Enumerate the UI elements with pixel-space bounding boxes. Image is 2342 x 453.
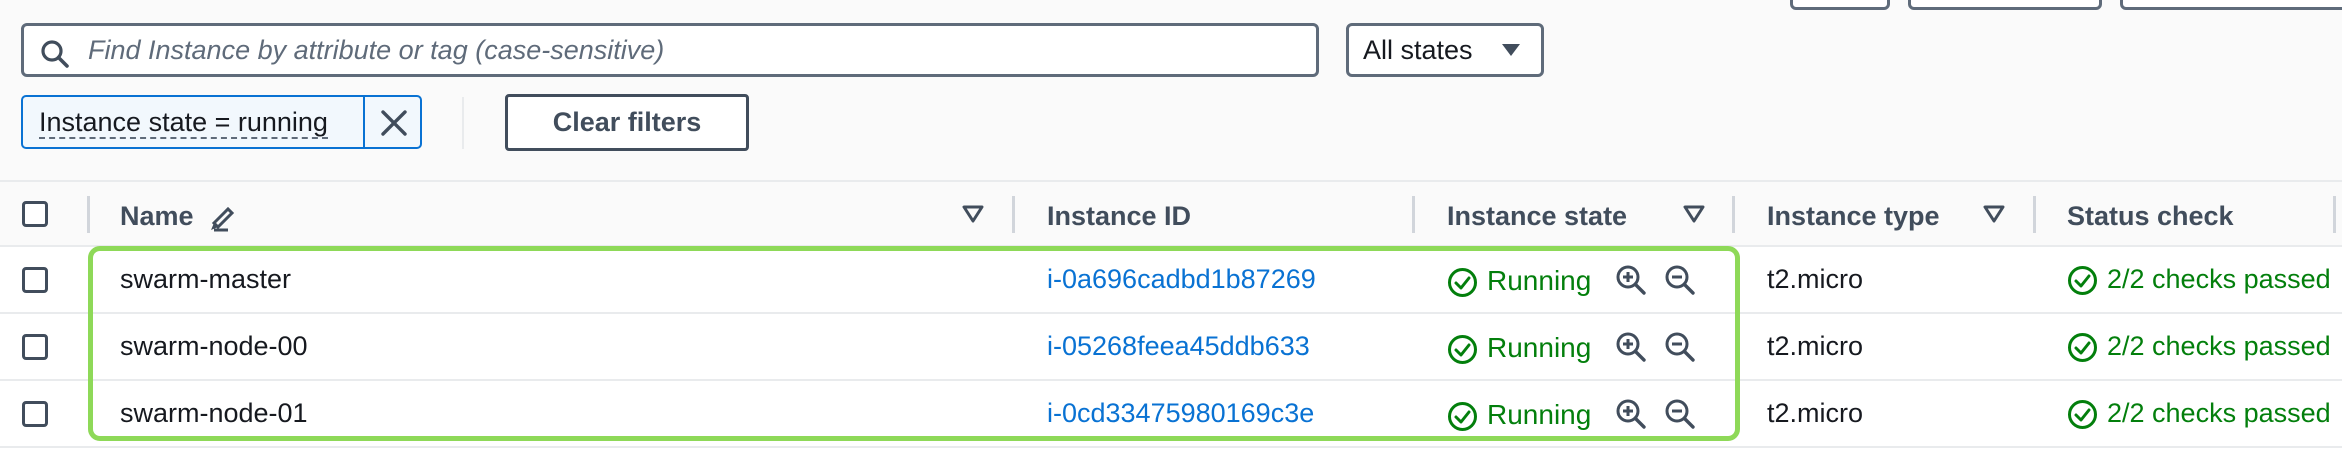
- toolbar-button-partial[interactable]: [1790, 0, 1890, 10]
- column-separator[interactable]: [1732, 196, 1735, 233]
- close-icon[interactable]: [379, 108, 409, 138]
- zoom-out-icon[interactable]: [1664, 331, 1696, 363]
- filter-separator: [462, 97, 464, 149]
- instance-id-link[interactable]: i-05268feea45ddb633: [1047, 329, 1310, 363]
- check-circle-icon: [2068, 333, 2097, 362]
- sort-caret-icon[interactable]: [1983, 205, 2005, 223]
- search-input[interactable]: [88, 28, 1308, 72]
- zoom-out-icon[interactable]: [1664, 264, 1696, 296]
- column-separator[interactable]: [2333, 196, 2336, 233]
- status-check-label: 2/2 checks passed: [2107, 331, 2331, 361]
- row-checkbox[interactable]: [22, 334, 48, 360]
- instance-type: t2.micro: [1767, 331, 1864, 361]
- clear-filters-button[interactable]: Clear filters: [505, 94, 749, 151]
- state-filter-value: All states: [1363, 35, 1473, 65]
- zoom-in-icon[interactable]: [1615, 398, 1647, 430]
- column-separator[interactable]: [87, 196, 90, 233]
- instance-name: swarm-node-00: [120, 331, 308, 361]
- search-icon: [41, 40, 69, 68]
- column-header-status-check[interactable]: Status check: [2067, 201, 2234, 231]
- table-row[interactable]: swarm-master i-0a696cadbd1b87269 Running…: [0, 247, 2342, 314]
- table-header: Name Instance ID Instance state Instance…: [0, 180, 2342, 247]
- zoom-out-icon[interactable]: [1664, 398, 1696, 430]
- sort-caret-icon[interactable]: [962, 205, 984, 223]
- table-row[interactable]: swarm-node-01 i-0cd33475980169c3e Runnin…: [0, 381, 2342, 448]
- toolbar-button-partial[interactable]: [2120, 0, 2342, 10]
- token-divider: [363, 97, 365, 147]
- instance-state-label: Running: [1487, 332, 1592, 363]
- caret-down-icon: [1502, 44, 1520, 56]
- pencil-icon: [211, 206, 235, 232]
- column-separator[interactable]: [1012, 196, 1015, 233]
- row-checkbox[interactable]: [22, 401, 48, 427]
- instance-state-label: Running: [1487, 265, 1592, 296]
- instance-id-link[interactable]: i-0cd33475980169c3e: [1047, 396, 1314, 430]
- status-check-label: 2/2 checks passed: [2107, 398, 2331, 428]
- check-circle-icon: [1448, 402, 1477, 431]
- status-check-label: 2/2 checks passed: [2107, 264, 2331, 294]
- column-header-instance-type[interactable]: Instance type: [1767, 201, 1940, 231]
- column-separator[interactable]: [1412, 196, 1415, 233]
- instance-type: t2.micro: [1767, 264, 1864, 294]
- instance-type: t2.micro: [1767, 398, 1864, 428]
- column-separator[interactable]: [2033, 196, 2036, 233]
- check-circle-icon: [2068, 400, 2097, 429]
- instance-state-label: Running: [1487, 399, 1592, 430]
- check-circle-icon: [1448, 268, 1477, 297]
- instance-name: swarm-node-01: [120, 398, 308, 428]
- sort-caret-icon[interactable]: [1683, 205, 1705, 223]
- filter-token-label[interactable]: Instance state = running: [39, 107, 328, 139]
- column-header-instance-id[interactable]: Instance ID: [1047, 201, 1191, 231]
- search-box[interactable]: [21, 23, 1319, 77]
- zoom-in-icon[interactable]: [1615, 264, 1647, 296]
- state-filter-select[interactable]: All states: [1346, 23, 1544, 77]
- zoom-in-icon[interactable]: [1615, 331, 1647, 363]
- check-circle-icon: [1448, 335, 1477, 364]
- instance-id-link[interactable]: i-0a696cadbd1b87269: [1047, 262, 1316, 296]
- check-circle-icon: [2068, 266, 2097, 295]
- select-all-checkbox[interactable]: [22, 201, 48, 227]
- row-checkbox[interactable]: [22, 267, 48, 293]
- filter-token[interactable]: Instance state = running: [21, 95, 422, 149]
- instance-name: swarm-master: [120, 264, 292, 294]
- filter-bar: All states Instance state = running Clea…: [0, 0, 2342, 180]
- toolbar-button-partial[interactable]: [1908, 0, 2102, 10]
- column-header-name[interactable]: Name: [120, 201, 194, 231]
- table-row[interactable]: swarm-node-00 i-05268feea45ddb633 Runnin…: [0, 314, 2342, 381]
- column-header-instance-state[interactable]: Instance state: [1447, 201, 1627, 231]
